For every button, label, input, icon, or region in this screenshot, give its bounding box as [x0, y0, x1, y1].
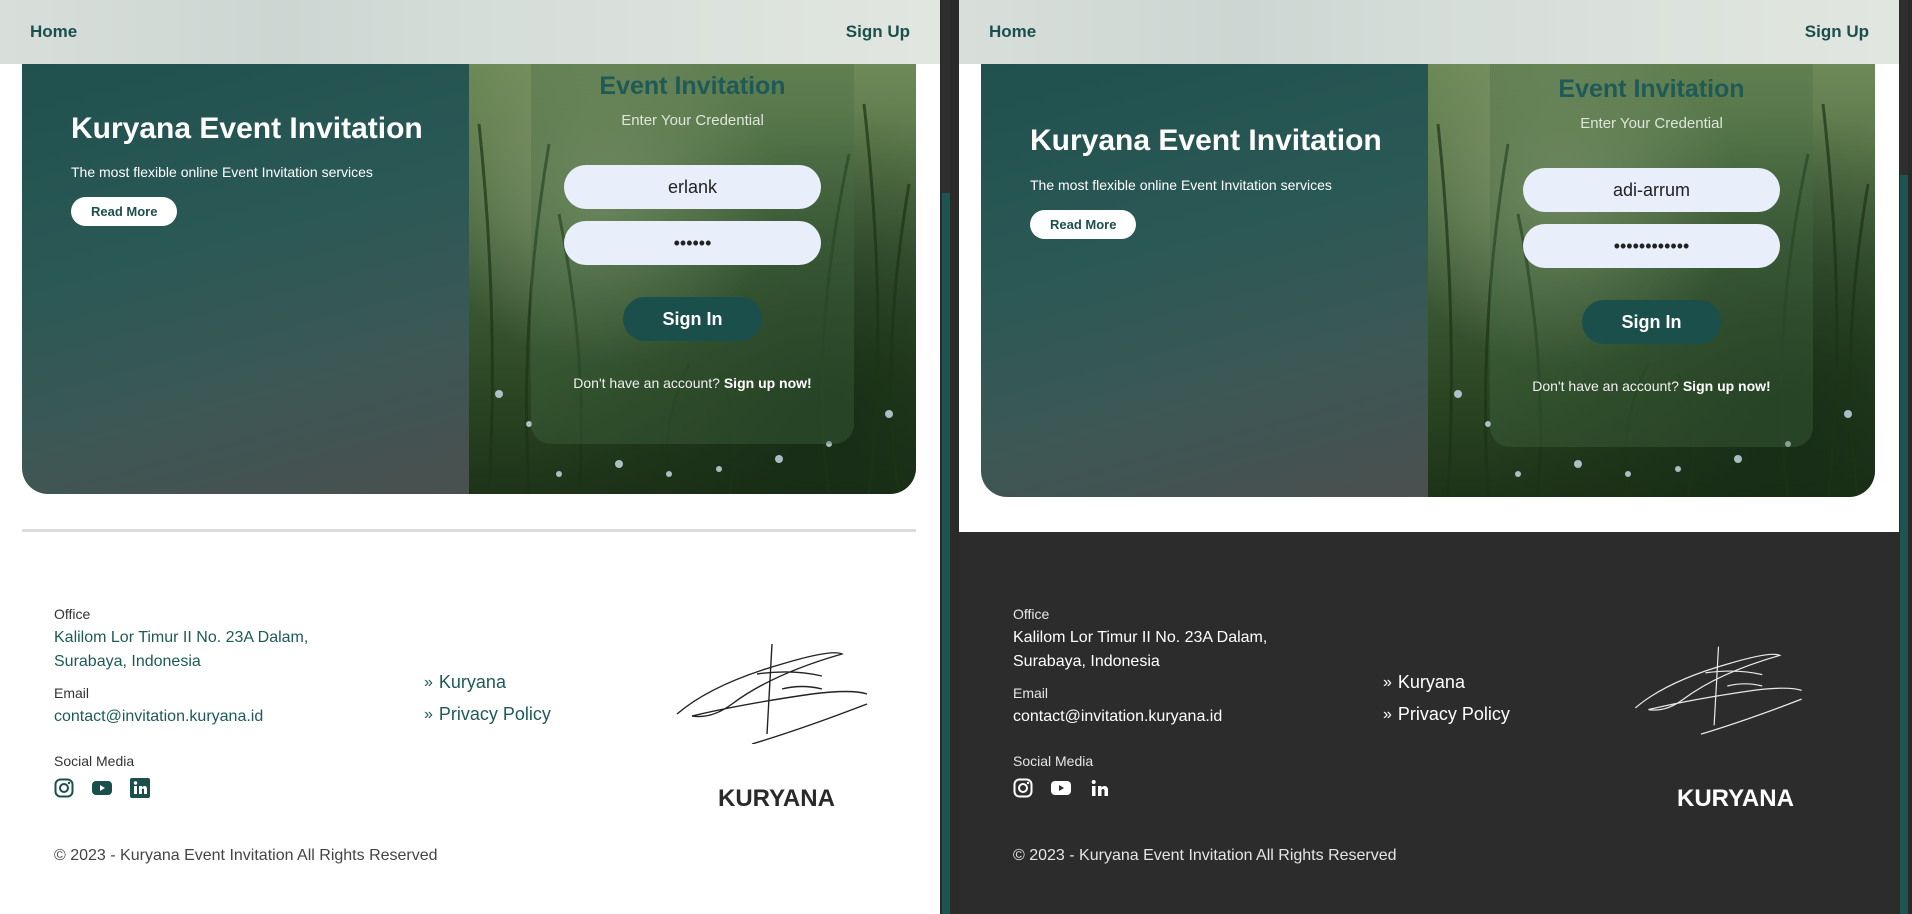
- chevron-right-icon: »: [1383, 673, 1392, 691]
- chevron-right-icon: »: [424, 673, 433, 691]
- youtube-icon[interactable]: [92, 778, 112, 798]
- email-label: Email: [54, 685, 90, 701]
- hero-intro: Kuryana Event Invitation The most flexib…: [22, 64, 469, 494]
- footer-link-label: Privacy Policy: [1397, 704, 1510, 724]
- footer-link-label: Kuryana: [438, 672, 506, 692]
- hero-grass-image: Event Invitation Enter Your Credential S…: [469, 64, 916, 494]
- signup-prompt: Don't have an account? Sign up now!: [531, 375, 854, 391]
- footer-link-label: Privacy Policy: [438, 704, 551, 724]
- hero-title: Kuryana Event Invitation: [1030, 124, 1382, 157]
- navbar: Home Sign Up: [959, 0, 1899, 64]
- brand-name: KURYANA: [718, 785, 835, 812]
- office-address-line1: Kalilom Lor Timur II No. 23A Dalam,: [1013, 629, 1268, 646]
- copyright-text: © 2023 - Kuryana Event Invitation All Ri…: [1013, 847, 1397, 864]
- office-label: Office: [54, 606, 91, 622]
- office-label: Office: [1013, 606, 1050, 622]
- youtube-icon[interactable]: [1051, 778, 1071, 798]
- office-address-line1: Kalilom Lor Timur II No. 23A Dalam,: [54, 629, 309, 646]
- office-address-line2: Surabaya, Indonesia: [54, 653, 201, 670]
- login-card: Event Invitation Enter Your Credential S…: [531, 64, 854, 444]
- hero-grass-image: Event Invitation Enter Your Credential S…: [1428, 64, 1875, 497]
- username-input[interactable]: [1523, 168, 1780, 212]
- instagram-icon[interactable]: [54, 778, 74, 798]
- nav-home-link[interactable]: Home: [30, 22, 77, 42]
- nav-home-link[interactable]: Home: [989, 22, 1036, 42]
- hero-subtitle: The most flexible online Event Invitatio…: [71, 164, 373, 180]
- signup-prompt: Don't have an account? Sign up now!: [1490, 378, 1813, 394]
- no-account-text: Don't have an account?: [1532, 378, 1679, 394]
- social-media-label: Social Media: [1013, 753, 1094, 769]
- footer: Office Kalilom Lor Timur II No. 23A Dala…: [0, 532, 940, 914]
- hero-title: Kuryana Event Invitation: [71, 112, 423, 145]
- office-address-line2: Surabaya, Indonesia: [1013, 653, 1160, 670]
- hero-intro: Kuryana Event Invitation The most flexib…: [981, 64, 1428, 497]
- footer-link-privacy-policy[interactable]: » Privacy Policy: [424, 704, 551, 725]
- read-more-button[interactable]: Read More: [71, 197, 178, 226]
- login-subtitle: Enter Your Credential: [621, 112, 764, 129]
- login-title: Event Invitation: [599, 72, 786, 100]
- hero-card: Kuryana Event Invitation The most flexib…: [22, 64, 916, 494]
- signature-image: [676, 643, 868, 744]
- footer-link-label: Kuryana: [1397, 672, 1465, 692]
- left-scrollbar-thumb[interactable]: [942, 193, 950, 914]
- chevron-right-icon: »: [1383, 705, 1392, 723]
- signature-image: [1634, 646, 1802, 735]
- right-scrollbar[interactable]: [1900, 0, 1908, 914]
- login-card: Event Invitation Enter Your Credential S…: [1490, 64, 1813, 447]
- right-browser-pane: Home Sign Up Kuryana Event Invitation Th…: [959, 0, 1899, 914]
- left-browser-pane: Home Sign Up Kuryana Event Invitation Th…: [0, 0, 940, 914]
- linkedin-icon[interactable]: [130, 778, 150, 798]
- linkedin-icon[interactable]: [1089, 778, 1109, 798]
- left-scrollbar[interactable]: [942, 0, 950, 914]
- footer-link-kuryana[interactable]: » Kuryana: [424, 672, 506, 693]
- chevron-right-icon: »: [424, 705, 433, 723]
- hero-card: Kuryana Event Invitation The most flexib…: [981, 64, 1875, 497]
- no-account-text: Don't have an account?: [573, 375, 720, 391]
- sign-in-button[interactable]: Sign In: [1582, 300, 1721, 344]
- social-media-label: Social Media: [54, 753, 135, 769]
- hero-subtitle: The most flexible online Event Invitatio…: [1030, 177, 1332, 193]
- right-scrollbar-thumb[interactable]: [1900, 175, 1908, 914]
- sign-in-button[interactable]: Sign In: [623, 297, 762, 341]
- username-input[interactable]: [564, 165, 821, 209]
- sign-up-now-link[interactable]: Sign up now!: [1683, 378, 1771, 394]
- email-label: Email: [1013, 685, 1049, 701]
- footer: Office Kalilom Lor Timur II No. 23A Dala…: [959, 532, 1899, 914]
- read-more-button[interactable]: Read More: [1030, 210, 1137, 239]
- footer-link-privacy-policy[interactable]: » Privacy Policy: [1383, 704, 1510, 725]
- password-input[interactable]: [564, 221, 821, 265]
- social-icons: [54, 778, 150, 798]
- sign-up-now-link[interactable]: Sign up now!: [724, 375, 812, 391]
- nav-signup-link[interactable]: Sign Up: [846, 22, 910, 42]
- nav-signup-link[interactable]: Sign Up: [1805, 22, 1869, 42]
- footer-link-kuryana[interactable]: » Kuryana: [1383, 672, 1465, 693]
- instagram-icon[interactable]: [1013, 778, 1033, 798]
- email-link[interactable]: contact@invitation.kuryana.id: [54, 705, 263, 729]
- login-title: Event Invitation: [1558, 75, 1745, 103]
- email-link[interactable]: contact@invitation.kuryana.id: [1013, 705, 1222, 729]
- navbar: Home Sign Up: [0, 0, 940, 64]
- brand-name: KURYANA: [1677, 785, 1794, 812]
- login-subtitle: Enter Your Credential: [1580, 115, 1723, 132]
- social-icons: [1013, 778, 1109, 798]
- copyright-text: © 2023 - Kuryana Event Invitation All Ri…: [54, 847, 438, 864]
- password-input[interactable]: [1523, 224, 1780, 268]
